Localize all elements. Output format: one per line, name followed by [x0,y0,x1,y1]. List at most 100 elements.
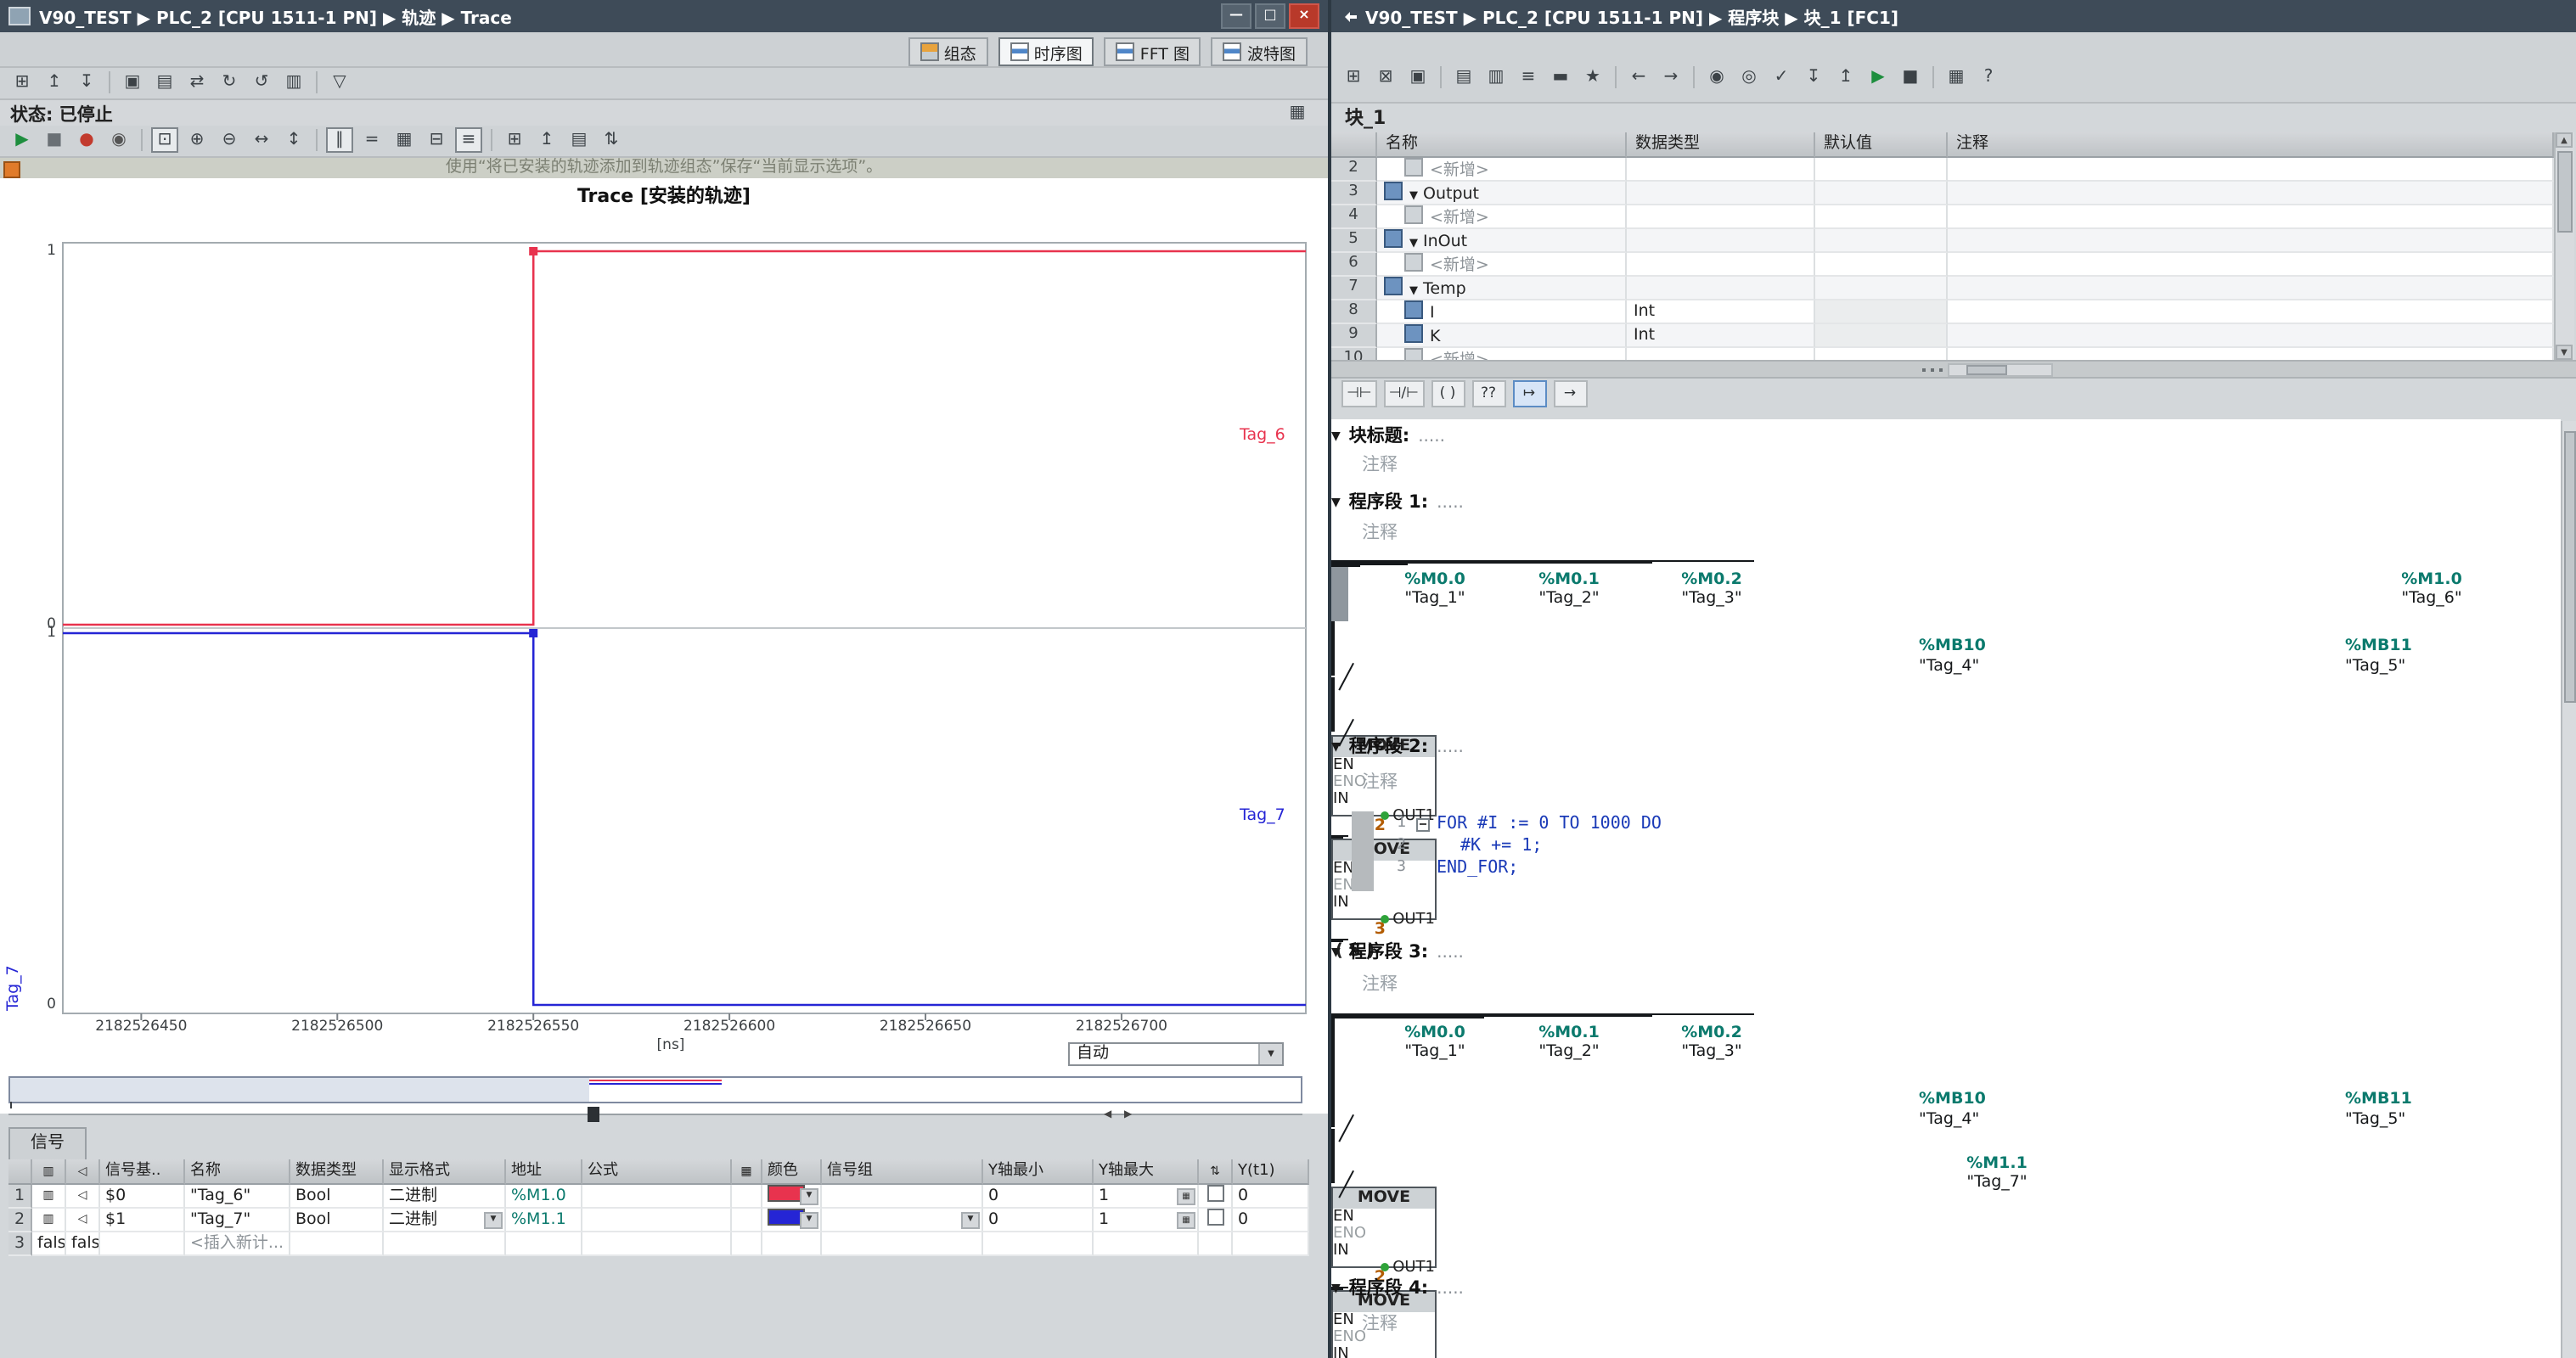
interface-row-comment[interactable] [1948,205,2554,229]
cell-formula[interactable] [582,1185,732,1209]
selected-contact-block[interactable] [1331,594,1348,621]
cell-group[interactable] [822,1185,983,1209]
collapse-icon[interactable]: ▼ [1331,945,1341,958]
column-header-base[interactable]: 信号基.. [100,1159,185,1185]
cell-name[interactable]: "Tag_6" [185,1185,290,1209]
repeat-trace-icon[interactable]: ↻ [216,70,243,95]
cell-address[interactable]: %M1.0 [506,1185,582,1209]
interface-row-datatype[interactable] [1627,348,1815,360]
network-1-comment[interactable]: 注释 [1362,519,1398,545]
cell-color[interactable] [762,1232,822,1256]
cell-datatype[interactable] [290,1232,384,1256]
absolute-operands-icon[interactable]: ≡ [1515,65,1542,90]
closed-contact[interactable] [1331,1130,1335,1157]
block-title-row[interactable]: ▼ 块标题: ..... [1331,423,1445,448]
interface-row-name[interactable]: <新增> [1377,205,1627,229]
column-header-fx[interactable]: ▦ [732,1159,762,1185]
close-branch-icon[interactable]: → [1553,380,1587,407]
closed-contact[interactable] [1331,1073,1335,1100]
activate-trace-icon[interactable]: ▶ [8,127,36,153]
cell-base[interactable]: $0 [100,1185,185,1209]
cell-ymin[interactable]: 0 [983,1209,1094,1232]
splitter[interactable] [1331,360,2576,379]
cell-gen[interactable]: false [66,1232,100,1256]
cell-fx[interactable] [732,1232,762,1256]
editor-settings-icon[interactable]: ▦ [1943,65,1970,90]
interface-row-datatype[interactable] [1627,205,1815,229]
interface-row-comment[interactable] [1948,229,2554,253]
interface-row-datatype[interactable]: Int [1627,300,1815,324]
insert-network-icon[interactable]: ⊞ [1340,65,1367,90]
merge-traces-icon[interactable]: ⇄ [183,70,211,95]
selected-contact-block[interactable] [1331,567,1348,594]
cell-num[interactable]: 3 [8,1232,32,1256]
chevron-down-icon[interactable]: ▼ [800,1188,818,1205]
interface-column-header[interactable]: 默认值 [1815,132,1948,158]
cell-format[interactable] [384,1232,506,1256]
network-4-comment[interactable]: 注释 [1362,1310,1398,1336]
program-scrollbar[interactable] [2561,421,2576,1358]
column-header-vis[interactable]: ▥ [32,1159,66,1185]
collapse-icon[interactable]: ▼ [1331,739,1341,753]
network-4-header[interactable]: ▼ 程序段 4: ..... [1331,1275,1464,1300]
column-header-auto[interactable]: ⇅ [1199,1159,1233,1185]
display-icon[interactable]: ▥ [32,1209,66,1232]
scl-code-line[interactable]: FOR #I := 0 TO 1000 DO [1437,815,1662,837]
closed-contact-icon[interactable]: ⊣/⊢ [1384,380,1424,407]
generator-icon[interactable]: ◁ [66,1185,100,1209]
column-header-datatype[interactable]: 数据类型 [290,1159,384,1185]
column-header-formula[interactable]: 公式 [582,1159,732,1185]
export-csv-icon[interactable]: ↥ [533,127,560,153]
cell-yt1[interactable]: 0 [1233,1185,1309,1209]
network-title-dots[interactable]: ..... [1437,1280,1464,1299]
chevron-down-icon[interactable]: ▼ [800,1212,818,1229]
open-contact[interactable] [1331,1046,1335,1073]
restore-button[interactable]: □ [1255,3,1285,29]
scl-code-line[interactable]: #K += 1; [1460,837,1542,859]
upload-block-icon[interactable]: ↥ [1832,65,1859,90]
new-measurement-icon[interactable]: ⊞ [8,70,36,95]
goto-previous-icon[interactable]: ← [1625,65,1652,90]
autoscale-checkbox[interactable] [1206,1209,1223,1226]
cell-group[interactable]: ▼ [822,1209,983,1232]
tab-configuration[interactable]: 组态 [908,37,988,66]
cell-address[interactable]: %M1.1 [506,1209,582,1232]
block-comment[interactable]: 注释 [1362,452,1398,477]
cell-datatype[interactable]: Bool [290,1185,384,1209]
interface-scrollbar[interactable]: ▲ ▼ [2554,132,2574,360]
network-title-dots[interactable]: ..... [1437,494,1464,513]
interface-row-name[interactable]: ▼Temp [1377,277,1627,300]
minimize-button[interactable]: — [1221,3,1251,29]
open-contact[interactable] [1331,1018,1335,1046]
cell-fx[interactable] [732,1185,762,1209]
interface-row-datatype[interactable]: Int [1627,324,1815,348]
column-header-color[interactable]: 颜色 [762,1159,822,1185]
cell-ymin[interactable]: 0 [983,1185,1094,1209]
tab-fft[interactable]: FFT 图 [1105,37,1201,66]
trace-overview[interactable] [8,1076,1302,1103]
cell-vis[interactable]: false [32,1232,66,1256]
cell-ymin[interactable] [983,1232,1094,1256]
network-3-comment[interactable]: 注释 [1362,971,1398,996]
interface-row-comment[interactable] [1948,348,2554,360]
scrollbar-thumb[interactable] [2564,431,2576,703]
cell-color[interactable]: ▼ [762,1209,822,1232]
scrollbar-thumb[interactable] [2557,151,2573,233]
scale-options-icon[interactable]: ▦ [1177,1212,1195,1229]
trace-chart-area[interactable] [0,178,1328,1114]
interface-row-name[interactable]: ▼Output [1377,182,1627,205]
cell-ymax[interactable]: 1▦ [1094,1185,1199,1209]
interface-row-name[interactable]: I [1377,300,1627,324]
interface-row-datatype[interactable] [1627,253,1815,277]
collapse-icon[interactable]: ▼ [1409,236,1418,250]
cell-num[interactable]: 1 [8,1185,32,1209]
interface-row-name[interactable]: <新增> [1377,158,1627,182]
undo-trace-icon[interactable]: ↺ [248,70,275,95]
interface-row-default[interactable] [1815,158,1948,182]
closed-contact[interactable] [1331,1157,1335,1184]
coil-icon[interactable]: ( ) [1431,380,1465,407]
generator-icon[interactable]: ◁ [66,1209,100,1232]
column-header-ymin[interactable]: Y轴最小 [983,1159,1094,1185]
interface-row-datatype[interactable] [1627,182,1815,205]
network-2-comment[interactable]: 注释 [1362,769,1398,794]
